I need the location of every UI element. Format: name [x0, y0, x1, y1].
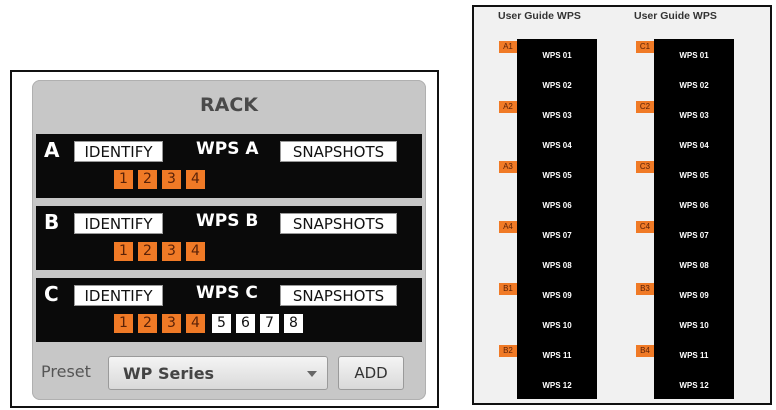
preset-label: Preset — [41, 362, 91, 381]
wps-unit-label: WPS 05 — [542, 171, 572, 180]
channel-button[interactable]: 8 — [284, 314, 303, 333]
channel-button[interactable]: 1 — [114, 314, 133, 333]
wps-unit-label: WPS 09 — [679, 291, 709, 300]
wps-unit-label: WPS 08 — [542, 261, 572, 270]
wps-unit-label: WPS 08 — [679, 261, 709, 270]
unit-tag: A1 — [499, 41, 517, 53]
wps-unit-label: WPS 04 — [679, 141, 709, 150]
channel-button[interactable]: 2 — [138, 170, 157, 189]
snapshots-button[interactable]: SNAPSHOTS — [280, 213, 397, 234]
channel-button[interactable]: 3 — [162, 170, 181, 189]
wps-unit-label: WPS 11 — [679, 351, 709, 360]
channel-button[interactable]: 4 — [186, 242, 205, 261]
unit-tag: B3 — [636, 283, 654, 295]
wps-unit-label: WPS 06 — [542, 201, 572, 210]
rack-row-c: C IDENTIFY WPS C SNAPSHOTS 1 2 3 4 5 6 7… — [36, 278, 422, 342]
unit-tag: B1 — [499, 283, 517, 295]
wps-unit-label: WPS 02 — [679, 81, 709, 90]
wps-unit-label: WPS 04 — [542, 141, 572, 150]
unit-tag: C3 — [636, 161, 654, 173]
rack-row-b: B IDENTIFY WPS B SNAPSHOTS 1 2 3 4 — [36, 206, 422, 270]
channel-button[interactable]: 4 — [186, 314, 205, 333]
identify-button[interactable]: IDENTIFY — [74, 285, 163, 306]
wps-unit-label: WPS 03 — [679, 111, 709, 120]
chevron-down-icon — [307, 371, 317, 377]
wps-unit-label: WPS 07 — [542, 231, 572, 240]
unit-tag: A2 — [499, 101, 517, 113]
channel-button[interactable]: 1 — [114, 170, 133, 189]
wps-unit-label: WPS 12 — [679, 381, 709, 390]
wps-unit-label: WPS 05 — [679, 171, 709, 180]
snapshots-button[interactable]: SNAPSHOTS — [280, 141, 397, 162]
identify-button[interactable]: IDENTIFY — [74, 213, 163, 234]
channel-button[interactable]: 7 — [260, 314, 279, 333]
guide-header: User Guide WPS — [634, 10, 717, 22]
channel-button[interactable]: 5 — [212, 314, 231, 333]
wps-unit-label: WPS 01 — [679, 51, 709, 60]
wps-unit-label: WPS 12 — [542, 381, 572, 390]
wps-unit-label: WPS 10 — [679, 321, 709, 330]
unit-tag: B4 — [636, 345, 654, 357]
guide-column-a: WPS 01 WPS 02 WPS 03 WPS 04 WPS 05 WPS 0… — [517, 39, 597, 399]
preset-value: WP Series — [123, 364, 215, 383]
device-name: WPS C — [196, 283, 258, 303]
wps-unit-label: WPS 10 — [542, 321, 572, 330]
row-letter: C — [44, 282, 59, 306]
user-guide-panel: User Guide WPS User Guide WPS WPS 01 WPS… — [472, 5, 772, 405]
guide-header: User Guide WPS — [498, 10, 581, 22]
channel-button[interactable]: 3 — [162, 242, 181, 261]
wps-unit-label: WPS 01 — [542, 51, 572, 60]
snapshots-button[interactable]: SNAPSHOTS — [280, 285, 397, 306]
device-name: WPS A — [196, 139, 259, 159]
wps-unit-label: WPS 09 — [542, 291, 572, 300]
channel-button[interactable]: 1 — [114, 242, 133, 261]
channel-button[interactable]: 3 — [162, 314, 181, 333]
guide-column-c: WPS 01 WPS 02 WPS 03 WPS 04 WPS 05 WPS 0… — [654, 39, 734, 399]
unit-tag: C4 — [636, 221, 654, 233]
add-button[interactable]: ADD — [338, 356, 404, 390]
rack-panel: RACK A IDENTIFY WPS A SNAPSHOTS 1 2 3 4 … — [32, 80, 426, 400]
wps-unit-label: WPS 07 — [679, 231, 709, 240]
channel-button[interactable]: 4 — [186, 170, 205, 189]
wps-unit-label: WPS 03 — [542, 111, 572, 120]
rack-row-a: A IDENTIFY WPS A SNAPSHOTS 1 2 3 4 — [36, 134, 422, 198]
wps-unit-label: WPS 11 — [542, 351, 572, 360]
wps-unit-label: WPS 06 — [679, 201, 709, 210]
channel-button[interactable]: 6 — [236, 314, 255, 333]
unit-tag: C1 — [636, 41, 654, 53]
unit-tag: A4 — [499, 221, 517, 233]
identify-button[interactable]: IDENTIFY — [74, 141, 163, 162]
unit-tag: A3 — [499, 161, 517, 173]
channel-button[interactable]: 2 — [138, 314, 157, 333]
unit-tag: B2 — [499, 345, 517, 357]
row-letter: B — [44, 210, 60, 234]
rack-window: RACK A IDENTIFY WPS A SNAPSHOTS 1 2 3 4 … — [10, 70, 439, 408]
channel-button[interactable]: 2 — [138, 242, 157, 261]
device-name: WPS B — [196, 211, 259, 231]
row-letter: A — [44, 138, 60, 162]
unit-tag: C2 — [636, 101, 654, 113]
rack-title: RACK — [199, 94, 258, 116]
preset-dropdown[interactable]: WP Series — [108, 356, 328, 390]
wps-unit-label: WPS 02 — [542, 81, 572, 90]
